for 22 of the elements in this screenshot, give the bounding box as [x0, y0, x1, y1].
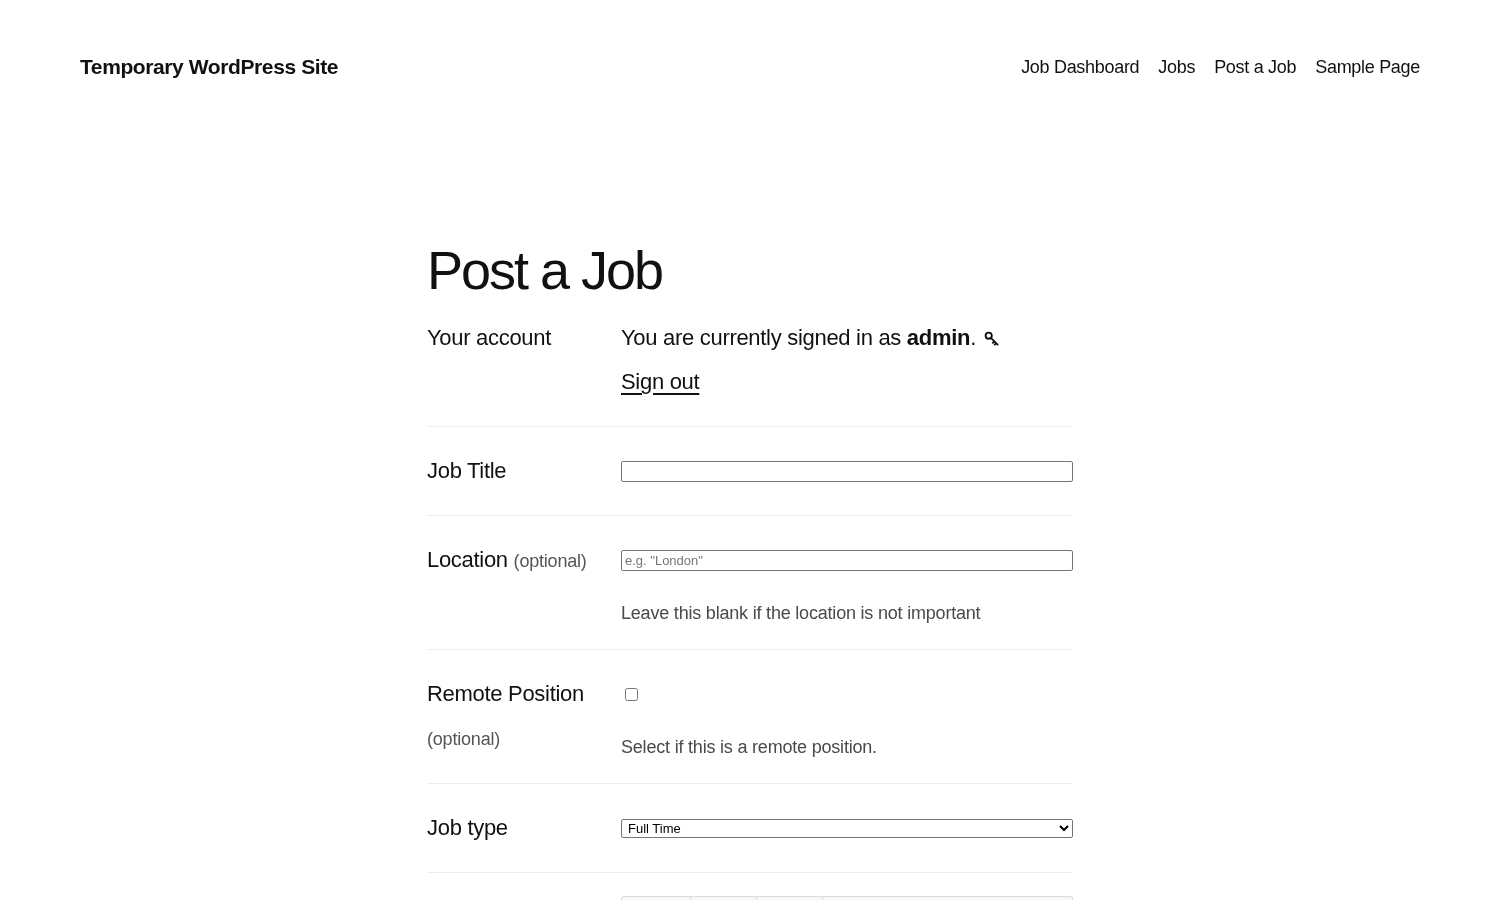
optional-note: (optional)	[427, 729, 501, 749]
sign-out-link[interactable]: Sign out	[621, 369, 700, 394]
field-label: Your account	[427, 325, 552, 350]
text-input[interactable]: e.g. "London"	[621, 549, 1073, 571]
field-label: Location	[427, 547, 508, 572]
nav-link[interactable]: Sample Page	[1315, 56, 1420, 78]
nav-link[interactable]: Job Dashboard	[1021, 56, 1140, 78]
page-title: Post a Job	[427, 246, 663, 294]
field-label: Job Title	[427, 458, 507, 483]
key-icon	[983, 331, 999, 346]
checkbox[interactable]	[625, 687, 638, 701]
site-title[interactable]: Temporary WordPress Site	[80, 55, 339, 79]
optional-note: (optional)	[513, 551, 587, 571]
account-status-text: You are currently signed in as admin. Sign out	[621, 316, 1073, 404]
text-input[interactable]	[621, 460, 1073, 482]
nav-link[interactable]: Post a Job	[1214, 56, 1297, 78]
nav-link[interactable]: Jobs	[1158, 56, 1196, 78]
field-label: Remote Position	[427, 681, 584, 706]
field-label: Job type	[427, 815, 508, 840]
field-description: Leave this blank if the location is not important	[621, 602, 982, 625]
field-description: Select if this is a remote position.	[621, 736, 878, 759]
job-type-select[interactable]: Full Time	[621, 818, 1073, 838]
